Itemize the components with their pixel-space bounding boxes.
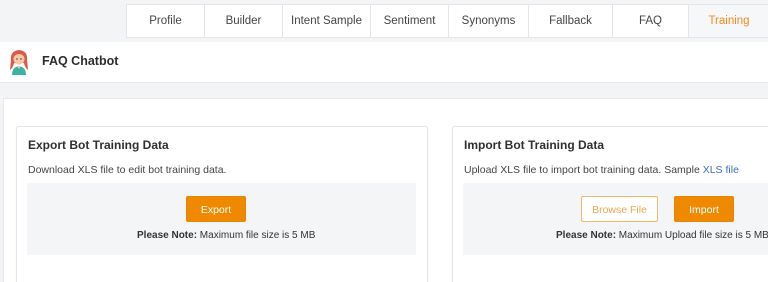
export-note-label: Please Note: — [137, 230, 198, 241]
tab-sentiment[interactable]: Sentiment — [371, 5, 449, 37]
import-card: Import Bot Training Data Upload XLS file… — [452, 126, 768, 282]
bot-header: FAQ Chatbot — [0, 42, 768, 83]
bot-avatar-icon — [10, 50, 28, 75]
export-description: Download XLS file to edit bot training d… — [28, 164, 227, 176]
import-panel: Browse File Import Please Note: Maximum … — [463, 183, 768, 255]
export-note-text: Maximum file size is 5 MB — [197, 230, 316, 241]
tab-builder[interactable]: Builder — [205, 5, 283, 37]
tab-profile[interactable]: Profile — [127, 5, 205, 37]
export-panel: Export Please Note: Maximum file size is… — [27, 183, 416, 255]
import-note: Please Note: Maximum Upload file size is… — [556, 230, 768, 241]
import-title: Import Bot Training Data — [464, 138, 605, 152]
export-button[interactable]: Export — [186, 196, 246, 222]
tab-bar: Profile Builder Intent Sample Sentiment … — [0, 0, 768, 40]
tab-synonyms[interactable]: Synonyms — [449, 5, 529, 37]
browse-file-button[interactable]: Browse File — [581, 196, 658, 222]
page: Profile Builder Intent Sample Sentiment … — [0, 0, 768, 282]
tab-faq[interactable]: FAQ — [613, 5, 689, 37]
tab-intent-sample[interactable]: Intent Sample — [283, 5, 371, 37]
page-title: FAQ Chatbot — [42, 54, 119, 68]
tab-list: Profile Builder Intent Sample Sentiment … — [126, 4, 768, 38]
sample-xls-link[interactable]: XLS file — [703, 164, 739, 176]
tab-fallback[interactable]: Fallback — [529, 5, 613, 37]
export-card: Export Bot Training Data Download XLS fi… — [16, 126, 428, 282]
import-note-text: Maximum Upload file size is 5 MB — [616, 230, 768, 241]
import-description: Upload XLS file to import bot training d… — [464, 164, 739, 176]
export-note: Please Note: Maximum file size is 5 MB — [137, 230, 315, 241]
tab-training[interactable]: Training — [689, 5, 768, 37]
import-description-text: Upload XLS file to import bot training d… — [464, 164, 703, 176]
import-button[interactable]: Import — [674, 196, 734, 222]
export-title: Export Bot Training Data — [28, 138, 169, 152]
import-note-label: Please Note: — [556, 230, 617, 241]
